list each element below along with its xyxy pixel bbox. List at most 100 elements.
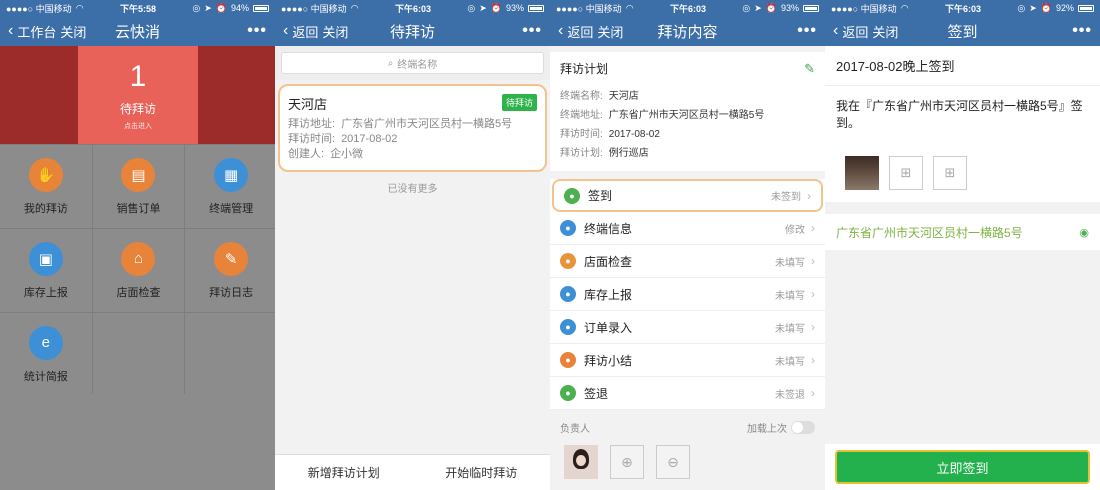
lock-rotation-icon: ◎ — [192, 2, 201, 13]
add-person-icon[interactable]: ⊕ — [610, 445, 644, 479]
back-button[interactable]: 返回 — [567, 22, 593, 41]
chevron-right-icon: › — [811, 221, 815, 235]
owner-header: 负责人 加载上次 — [550, 410, 825, 445]
grid-empty-cell — [92, 313, 185, 396]
list-item-label: 拜访小结 — [584, 353, 633, 368]
visit-card[interactable]: 天河店 待拜访 拜访地址: 广东省广州市天河区员村一横路5号 拜访时间: 2017-… — [278, 84, 547, 172]
location-icon: ➤ — [204, 2, 212, 13]
close-button[interactable]: 关闭 — [597, 22, 623, 41]
list-item[interactable]: ● 签退 未签退 › — [550, 377, 825, 410]
owner-list: ⊕ ⊖ — [550, 445, 825, 479]
list-item-label: 签到 — [588, 189, 613, 203]
wifi-icon: ◠ — [625, 2, 634, 13]
edit-pencil-icon[interactable]: ✎ — [804, 61, 815, 77]
location-icon: ➤ — [1029, 2, 1037, 13]
close-button[interactable]: 关闭 — [872, 22, 898, 41]
load-last-label: 加载上次 — [747, 424, 787, 435]
addr-value: 广东省广州市天河区员村一横路5号 — [341, 118, 513, 130]
close-button[interactable]: 关闭 — [60, 22, 86, 41]
more-icon[interactable]: ••• — [522, 22, 542, 40]
more-icon[interactable]: ••• — [1072, 22, 1092, 40]
grid-item[interactable]: ▦ 终端管理 — [185, 145, 275, 228]
add-photo-icon[interactable]: ⊞ — [889, 156, 923, 190]
grid-item-label: 销售订单 — [116, 202, 161, 215]
grid-item[interactable]: ✋ 我的拜访 — [0, 145, 92, 228]
owner-label: 负责人 — [560, 424, 590, 435]
info-icon: ● — [560, 220, 576, 236]
location-row[interactable]: 广东省广州市天河区员村一横路5号 ◉ — [825, 214, 1100, 250]
location-address: 广东省广州市天河区员村一横路5号 — [836, 225, 1023, 240]
grid-item[interactable]: ⌂ 店面检查 — [92, 229, 185, 312]
load-last-toggle[interactable] — [791, 421, 815, 434]
new-plan-button[interactable]: 新增拜访计划 — [275, 455, 413, 490]
list-item[interactable]: ● 签到 未签到 › — [552, 179, 823, 212]
nav-bar: ‹ 返回 关闭 拜访内容 ••• — [550, 16, 825, 46]
status-bar: ●●●●○ 中国移动 ◠ 下午5:58 ◎ ➤ ⏰ 94% — [0, 0, 275, 16]
list-item-status: 未签到 — [771, 192, 801, 203]
back-chevron-icon[interactable]: ‹ — [283, 23, 288, 39]
wifi-icon: ◠ — [350, 2, 359, 13]
grid-empty-cell — [185, 313, 275, 396]
back-button[interactable]: 返回 — [292, 22, 318, 41]
pending-label: 待拜访 — [119, 102, 156, 116]
plan-addr-label: 终端地址: — [560, 110, 603, 121]
close-button[interactable]: 关闭 — [322, 22, 348, 41]
location-icon: ➤ — [754, 2, 762, 13]
list-item[interactable]: ● 终端信息 修改 › — [550, 212, 825, 245]
nav-bar: ‹ 返回 关闭 签到 ••• — [825, 16, 1100, 46]
grid-item[interactable]: ▣ 库存上报 — [0, 229, 92, 312]
photo-thumbnail[interactable] — [845, 156, 879, 190]
lock-rotation-icon: ◎ — [1017, 2, 1026, 13]
status-badge: 待拜访 — [501, 94, 537, 111]
screen-signin: ●●●●○ 中国移动 ◠ 下午6:03 ◎ ➤ ⏰ 92% ‹ 返回 关闭 签到 ••• 2… — [825, 0, 1100, 490]
temp-visit-button[interactable]: 开始临时拜访 — [413, 455, 551, 490]
status-bar: ●●●●○ 中国移动 ◠ 下午6:03 ◎ ➤ ⏰ 92% — [825, 0, 1100, 16]
signin-button[interactable]: 立即签到 — [835, 450, 1090, 484]
clock: 下午6:03 — [944, 3, 981, 14]
list-item[interactable]: ● 订单录入 未填写 › — [550, 311, 825, 344]
chevron-right-icon: › — [811, 254, 815, 268]
grid-item[interactable]: ✎ 拜访日志 — [185, 229, 275, 312]
remove-person-icon[interactable]: ⊖ — [656, 445, 690, 479]
list-item[interactable]: ● 库存上报 未填写 › — [550, 278, 825, 311]
box-icon: ● — [560, 286, 576, 302]
clipboard-icon: ▤ — [121, 157, 156, 192]
list-item-status: 修改 — [785, 224, 805, 236]
chevron-right-icon: › — [811, 353, 815, 367]
signin-card: 2017-08-02晚上签到 我在『广东省广州市天河区员村一横路5号』签到。 ⊞… — [825, 46, 1100, 202]
note-icon: ✎ — [214, 241, 249, 276]
visit-step-list: ● 签到 未签到 › ● 终端信息 修改 › ● 店面检查 未填写 › ● 库存上报 未填写 › ● 订单录入 未填… — [550, 179, 825, 410]
chevron-right-icon: › — [807, 188, 811, 203]
list-item[interactable]: ● 店面检查 未填写 › — [550, 245, 825, 278]
time-value: 2017-08-02 — [341, 133, 398, 145]
back-chevron-icon[interactable]: ‹ — [833, 23, 838, 39]
grid-item[interactable]: ▤ 销售订单 — [92, 145, 185, 228]
pending-visit-tile[interactable]: 1 待拜访 点击进入 — [78, 46, 198, 144]
location-icon: ➤ — [479, 2, 487, 13]
screen-home: ●●●●○ 中国移动 ◠ 下午5:58 ◎ ➤ ⏰ 94% ‹ 工作台 关闭 云快消 •••… — [0, 0, 275, 490]
no-more-text: 已没有更多 — [387, 184, 438, 195]
more-icon[interactable]: ••• — [797, 22, 817, 40]
creator-label: 创建人: — [288, 148, 325, 160]
grid-item[interactable]: e 统计简报 — [0, 313, 92, 396]
back-button[interactable]: 返回 — [842, 22, 868, 41]
back-chevron-icon[interactable]: ‹ — [558, 23, 563, 39]
back-button[interactable]: 工作台 — [17, 22, 56, 41]
search-placeholder: 终端名称 — [397, 59, 438, 71]
highlight-banner: 1 待拜访 点击进入 — [0, 46, 275, 144]
battery-icon — [1077, 4, 1094, 12]
grid-item-label: 库存上报 — [23, 286, 68, 299]
back-chevron-icon[interactable]: ‹ — [8, 23, 13, 39]
list-item[interactable]: ● 拜访小结 未填写 › — [550, 344, 825, 377]
handshake-icon: ✋ — [28, 157, 63, 192]
screen-pending-visits: ●●●●○ 中国移动 ◠ 下午6:03 ◎ ➤ ⏰ 93% ‹ 返回 关闭 待拜访 ••• … — [275, 0, 550, 490]
locate-icon[interactable]: ◉ — [1079, 226, 1089, 239]
add-photo-icon[interactable]: ⊞ — [933, 156, 967, 190]
bulb-icon: ● — [560, 253, 576, 269]
avatar[interactable] — [564, 445, 598, 479]
battery-icon — [802, 4, 819, 12]
signin-message[interactable]: 我在『广东省广州市天河区员村一横路5号』签到。 — [836, 98, 1089, 132]
more-icon[interactable]: ••• — [247, 22, 267, 40]
search-input[interactable]: ⌕ 终端名称 — [281, 52, 544, 74]
plan-name-label: 终端名称: — [560, 91, 603, 102]
